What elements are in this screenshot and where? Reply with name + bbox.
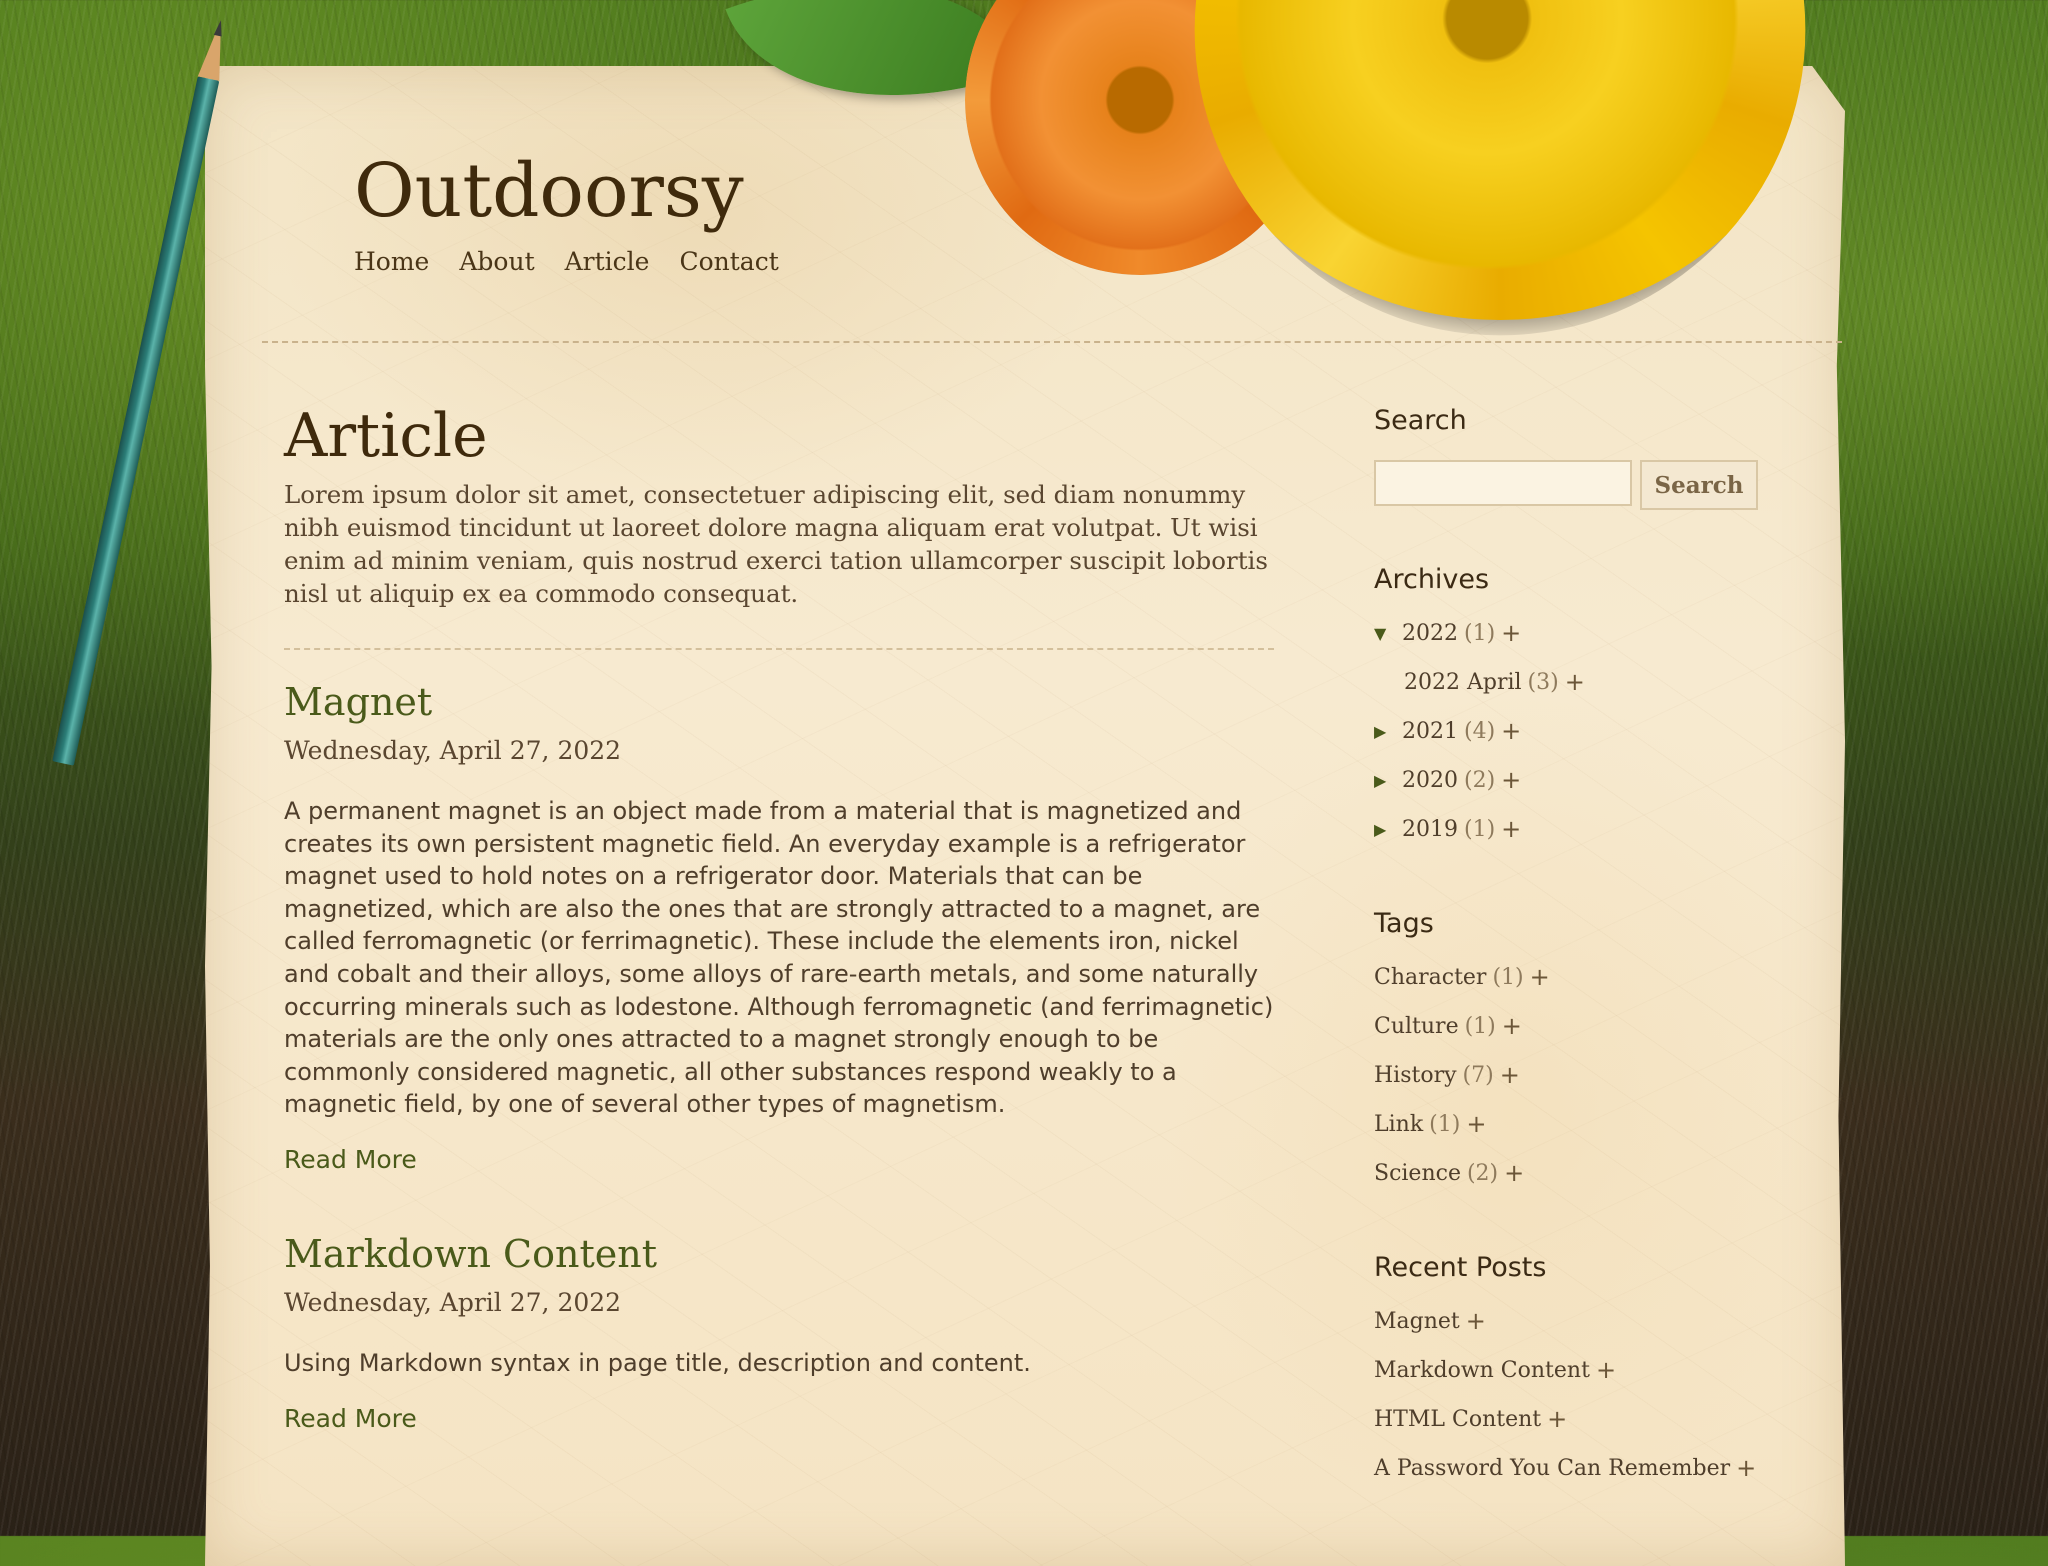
recent-post-label[interactable]: HTML Content [1374, 1395, 1541, 1444]
main-content: Article Lorem ipsum dolor sit amet, cons… [284, 400, 1284, 1433]
recent-post-item: Magnet + [1374, 1297, 1774, 1346]
site-title[interactable]: Outdoorsy [354, 148, 744, 234]
sidebar: Search Search Archives ▼ 2022 (1) + 2022… [1374, 405, 1774, 1493]
tags-widget: Tags Character (1) + Culture (1) + Histo… [1374, 908, 1774, 1198]
triangle-right-icon[interactable]: ▶ [1374, 707, 1402, 756]
tag-count: (1) [1492, 965, 1524, 990]
main-nav: Home About Article Contact [354, 247, 779, 276]
post-excerpt: Using Markdown syntax in page title, des… [284, 1348, 1031, 1377]
plus-icon[interactable]: + [1500, 1051, 1520, 1100]
tag-item: Character (1) + [1374, 953, 1774, 1002]
tag-item: Link (1) + [1374, 1100, 1774, 1149]
post-title[interactable]: Magnet [284, 680, 1284, 724]
recent-post-item: Markdown Content + [1374, 1346, 1774, 1395]
archive-label[interactable]: 2022 [1402, 609, 1458, 658]
archive-label[interactable]: 2022 April [1404, 658, 1522, 707]
post-date: Wednesday, April 27, 2022 [284, 1287, 622, 1317]
recent-post-item: A Password You Can Remember + [1374, 1444, 1774, 1493]
search-title: Search [1374, 405, 1467, 436]
search-input[interactable] [1374, 460, 1632, 506]
page-intro: Lorem ipsum dolor sit amet, consectetuer… [284, 480, 1268, 608]
tag-item: Culture (1) + [1374, 1002, 1774, 1051]
triangle-right-icon[interactable]: ▶ [1374, 756, 1402, 805]
plus-icon[interactable]: + [1501, 609, 1521, 658]
tag-count: (1) [1429, 1112, 1461, 1137]
triangle-right-icon[interactable]: ▶ [1374, 805, 1402, 854]
recent-posts-title: Recent Posts [1374, 1252, 1547, 1283]
triangle-down-icon[interactable]: ▼ [1374, 609, 1402, 658]
tag-count: (2) [1466, 1161, 1499, 1186]
post-magnet: Magnet Wednesday, April 27, 2022 A perma… [284, 680, 1284, 1174]
archive-item-2020: ▶ 2020 (2) + [1374, 756, 1774, 805]
page-title: Article [284, 401, 488, 471]
archive-item-2022: ▼ 2022 (1) + [1374, 609, 1774, 658]
post-title[interactable]: Markdown Content [284, 1232, 1284, 1276]
tag-label[interactable]: Character [1374, 953, 1486, 1002]
archive-label[interactable]: 2019 [1402, 805, 1458, 854]
plus-icon[interactable]: + [1466, 1297, 1486, 1346]
plus-icon[interactable]: + [1501, 805, 1521, 854]
archive-item-2022-april: 2022 April (3) + [1374, 658, 1774, 707]
recent-post-label[interactable]: Markdown Content [1374, 1346, 1590, 1395]
plus-icon[interactable]: + [1501, 756, 1521, 805]
plus-icon[interactable]: + [1466, 1100, 1486, 1149]
read-more-link[interactable]: Read More [284, 1404, 417, 1433]
nav-home[interactable]: Home [354, 247, 429, 276]
archive-count: (1) [1464, 817, 1496, 842]
archive-count: (3) [1527, 670, 1559, 695]
plus-icon[interactable]: + [1502, 1002, 1522, 1051]
recent-posts-widget: Recent Posts Magnet + Markdown Content +… [1374, 1252, 1774, 1493]
plus-icon[interactable]: + [1504, 1149, 1524, 1198]
search-widget: Search Search [1374, 405, 1774, 510]
tag-label[interactable]: Science [1374, 1149, 1461, 1198]
header-divider [262, 341, 1842, 343]
read-more-link[interactable]: Read More [284, 1145, 417, 1174]
plus-icon[interactable]: + [1501, 707, 1521, 756]
tag-count: (7) [1462, 1063, 1494, 1088]
post-markdown-content: Markdown Content Wednesday, April 27, 20… [284, 1232, 1284, 1433]
archive-count: (4) [1464, 719, 1496, 744]
archive-label[interactable]: 2021 [1402, 707, 1458, 756]
archive-count: (2) [1464, 768, 1496, 793]
tag-label[interactable]: Culture [1374, 1002, 1459, 1051]
plus-icon[interactable]: + [1565, 658, 1585, 707]
plus-icon[interactable]: + [1530, 953, 1550, 1002]
plus-icon[interactable]: + [1596, 1346, 1616, 1395]
recent-post-label[interactable]: A Password You Can Remember [1374, 1444, 1730, 1493]
post-date: Wednesday, April 27, 2022 [284, 736, 622, 765]
search-button[interactable]: Search [1640, 460, 1758, 510]
tag-label[interactable]: Link [1374, 1100, 1423, 1149]
archive-count: (1) [1464, 621, 1496, 646]
nav-about[interactable]: About [459, 247, 534, 276]
post-excerpt: A permanent magnet is an object made fro… [284, 797, 1274, 1119]
tag-count: (1) [1464, 1014, 1496, 1039]
archives-title: Archives [1374, 564, 1490, 595]
nav-contact[interactable]: Contact [679, 247, 778, 276]
pencil-decoration [52, 17, 232, 766]
archive-label[interactable]: 2020 [1402, 756, 1458, 805]
recent-post-label[interactable]: Magnet [1374, 1297, 1460, 1346]
archive-item-2019: ▶ 2019 (1) + [1374, 805, 1774, 854]
archive-item-2021: ▶ 2021 (4) + [1374, 707, 1774, 756]
plus-icon[interactable]: + [1736, 1444, 1756, 1493]
tag-label[interactable]: History [1374, 1051, 1457, 1100]
tag-item: History (7) + [1374, 1051, 1774, 1100]
nav-article[interactable]: Article [565, 247, 650, 276]
content-divider [284, 648, 1274, 650]
archives-widget: Archives ▼ 2022 (1) + 2022 April (3) + ▶… [1374, 564, 1774, 854]
tags-title: Tags [1374, 908, 1434, 939]
plus-icon[interactable]: + [1547, 1395, 1567, 1444]
tag-item: Science (2) + [1374, 1149, 1774, 1198]
recent-post-item: HTML Content + [1374, 1395, 1774, 1444]
